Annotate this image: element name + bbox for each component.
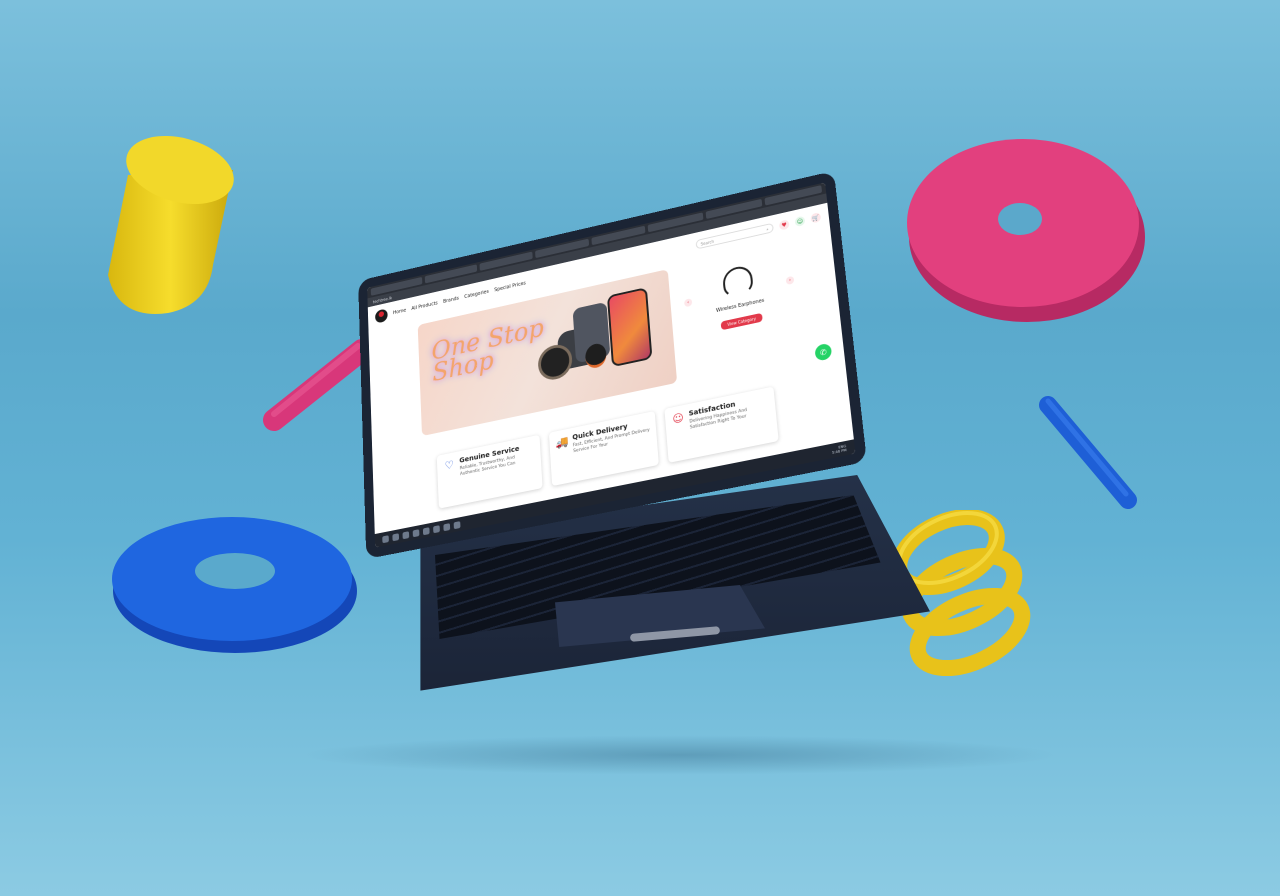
truck-icon: 🚚 [555,435,569,451]
cart-icon[interactable]: 🛒 [810,212,821,224]
app-icon[interactable] [423,527,430,535]
app-icon[interactable] [443,523,450,531]
nav-all-products[interactable]: All Products [411,301,438,312]
app-icon[interactable] [433,525,440,533]
search-icon[interactable] [392,533,399,541]
app-icon[interactable] [402,531,409,539]
site-logo[interactable] [375,308,388,323]
carousel-prev-icon[interactable]: ‹ [684,298,692,307]
nav-brands[interactable]: Brands [443,296,459,305]
earphones-image [722,264,754,299]
feature-card: ☺ Satisfaction Delivering Happiness And … [664,387,778,463]
smile-icon: ☺ [671,411,686,427]
user-icon[interactable]: ☺ [795,216,806,228]
heart-icon: ♡ [443,458,457,474]
feature-card: ♡ Genuine Service Reliable, Trustworthy,… [437,435,543,509]
app-icon[interactable] [413,529,420,537]
heart-icon[interactable]: ♥ [779,219,790,231]
carousel-next-icon[interactable]: › [786,276,795,285]
feature-card: 🚚 Quick Delivery Fast, Efficient, And Pr… [549,411,659,486]
laptop: techtree.lk Home All Products Brands Cat… [0,0,1280,896]
nav-home[interactable]: Home [393,308,406,316]
search-icon[interactable]: ⌕ [766,226,769,231]
whatsapp-icon[interactable]: ✆ [814,343,832,362]
view-category-button[interactable]: View Category [721,313,762,330]
app-icon[interactable] [454,521,461,529]
category-carousel: ‹ › Wireless Earphones View Category [678,254,803,356]
product-phone-image [607,287,653,367]
nav-special-prices[interactable]: Special Prices [494,281,526,294]
search-placeholder: Search [700,239,714,247]
nav-categories[interactable]: Categories [464,289,489,300]
neon-sign: One Stop Shop [431,318,546,386]
system-tray[interactable]: ENG 5:46 PM [831,444,846,455]
start-icon[interactable] [382,535,389,543]
